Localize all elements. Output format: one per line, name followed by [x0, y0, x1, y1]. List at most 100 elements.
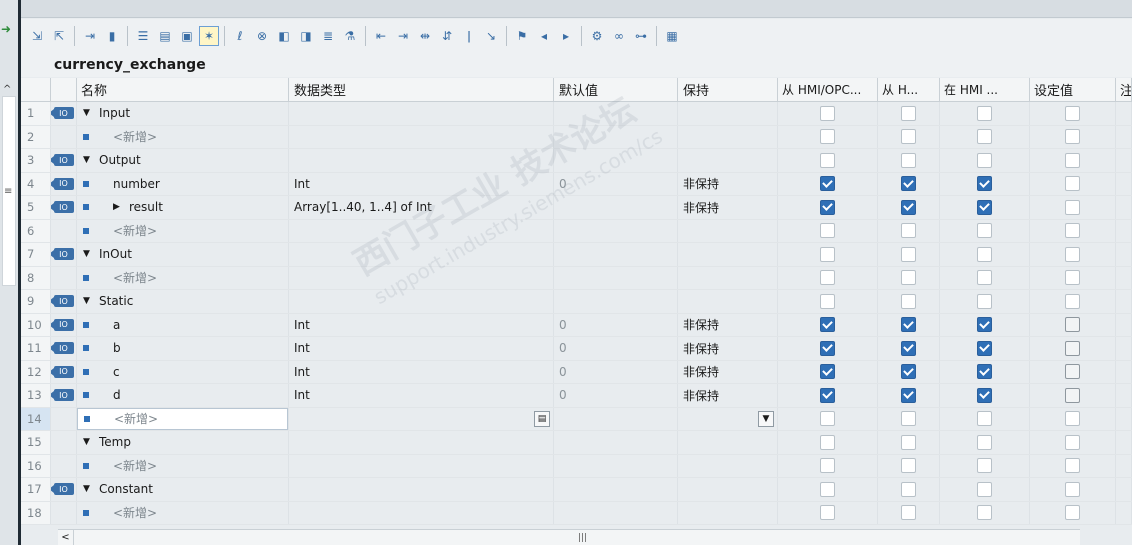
expand-caret-icon[interactable]: ▼	[83, 155, 93, 165]
comment-cell[interactable]	[1116, 384, 1132, 407]
name-cell[interactable]: number	[77, 172, 289, 195]
add-new-label[interactable]: <新增>	[113, 128, 157, 145]
name-cell[interactable]: ▼ InOut	[77, 243, 289, 266]
in-hmi-checkbox[interactable]	[977, 458, 992, 474]
header-setpoint[interactable]: 设定值	[1030, 78, 1116, 101]
default-cell[interactable]	[554, 454, 678, 477]
setpoint-checkbox[interactable]	[1065, 505, 1080, 521]
default-cell[interactable]	[554, 407, 678, 430]
name-cell[interactable]: ▼ Output	[77, 149, 289, 172]
retain-cell[interactable]	[678, 219, 778, 242]
type-cell[interactable]	[289, 243, 554, 266]
setpoint-checkbox[interactable]	[1065, 293, 1080, 309]
name-cell[interactable]: c	[77, 360, 289, 383]
header-in-hmi[interactable]: 在 HMI ...	[940, 78, 1030, 101]
hmi-opc-checkbox[interactable]	[820, 458, 835, 474]
outdent-icon[interactable]: ⇥	[393, 26, 413, 46]
retain-cell[interactable]: 非保持	[678, 172, 778, 195]
comment-cell[interactable]	[1116, 454, 1132, 477]
setpoint-checkbox[interactable]	[1065, 387, 1080, 403]
hmi-opc-checkbox[interactable]	[820, 317, 835, 333]
setpoint-checkbox[interactable]	[1065, 129, 1080, 145]
hmi-opc-checkbox[interactable]	[820, 199, 835, 215]
hmi-h-checkbox[interactable]	[901, 270, 916, 286]
hmi-opc-checkbox[interactable]	[820, 481, 835, 497]
hmi-h-checkbox[interactable]	[901, 293, 916, 309]
hmi-h-checkbox[interactable]	[901, 223, 916, 239]
type-cell[interactable]: Int	[289, 172, 554, 195]
monitor-off-icon[interactable]: ⊶	[631, 26, 651, 46]
hmi-opc-checkbox[interactable]	[820, 505, 835, 521]
variable-name[interactable]: number	[113, 177, 160, 191]
retain-cell[interactable]	[678, 478, 778, 501]
type-cell[interactable]	[289, 454, 554, 477]
variable-name[interactable]: a	[113, 318, 120, 332]
name-cell[interactable]: <新增>	[77, 219, 289, 242]
retain-cell[interactable]	[678, 243, 778, 266]
setpoint-checkbox[interactable]	[1065, 105, 1080, 121]
hmi-h-checkbox[interactable]	[901, 152, 916, 168]
variable-name[interactable]: Static	[99, 294, 133, 308]
comment-cell[interactable]	[1116, 243, 1132, 266]
type-cell[interactable]	[289, 290, 554, 313]
table-row[interactable]: 16 <新增>	[21, 454, 1132, 478]
retain-cell[interactable]: 非保持	[678, 360, 778, 383]
in-hmi-checkbox[interactable]	[977, 246, 992, 262]
table-row[interactable]: 6 <新增>	[21, 219, 1132, 243]
splitter-grip-icon[interactable]: ≡	[4, 186, 12, 197]
indent-icon[interactable]: ⇤	[371, 26, 391, 46]
comment-cell[interactable]	[1116, 125, 1132, 148]
hmi-h-checkbox[interactable]	[901, 199, 916, 215]
expand-caret-icon[interactable]: ▼	[83, 296, 93, 306]
name-cell[interactable]: b	[77, 337, 289, 360]
table-row[interactable]: 7 IO ▼ InOut	[21, 243, 1132, 267]
align-icon[interactable]: ⇹	[415, 26, 435, 46]
setpoint-checkbox[interactable]	[1065, 223, 1080, 239]
monitor-icon[interactable]: ▣	[177, 26, 197, 46]
hmi-h-checkbox[interactable]	[901, 387, 916, 403]
type-cell[interactable]: ▤	[289, 407, 554, 430]
marker-icon[interactable]: ǀ	[459, 26, 479, 46]
setpoint-checkbox[interactable]	[1065, 364, 1080, 380]
expand-all-icon[interactable]: ⇥	[80, 26, 100, 46]
setpoint-checkbox[interactable]	[1065, 152, 1080, 168]
retain-cell[interactable]	[678, 102, 778, 125]
table-row[interactable]: 9 IO ▼ Static	[21, 290, 1132, 314]
expand-caret-icon[interactable]: ▶	[113, 202, 123, 212]
comment-cell[interactable]	[1116, 172, 1132, 195]
expand-caret-icon[interactable]: ▼	[83, 108, 93, 118]
retain-cell[interactable]	[678, 454, 778, 477]
table-row[interactable]: 15 ▼ Temp	[21, 431, 1132, 455]
type-cell[interactable]: Array[1..40, 1..4] of Int	[289, 196, 554, 219]
in-hmi-checkbox[interactable]	[977, 340, 992, 356]
header-type[interactable]: 数据类型	[289, 78, 554, 101]
hmi-opc-checkbox[interactable]	[820, 246, 835, 262]
in-hmi-checkbox[interactable]	[977, 411, 992, 427]
variable-name[interactable]: Input	[99, 106, 130, 120]
jump-icon[interactable]: ↘	[481, 26, 501, 46]
type-cell[interactable]: Int	[289, 313, 554, 336]
type-cell[interactable]: Int	[289, 384, 554, 407]
bookmark-icon[interactable]: ⚑	[512, 26, 532, 46]
variable-name[interactable]: Output	[99, 153, 141, 167]
hmi-h-checkbox[interactable]	[901, 105, 916, 121]
type-cell[interactable]	[289, 219, 554, 242]
comment-cell[interactable]	[1116, 149, 1132, 172]
retain-cell[interactable]: ▼	[678, 407, 778, 430]
type-picker-icon[interactable]: ▤	[534, 410, 550, 427]
name-cell[interactable]: ▼ Temp	[77, 431, 289, 454]
hmi-opc-checkbox[interactable]	[820, 387, 835, 403]
insert-row-icon[interactable]: ⇲	[27, 26, 47, 46]
format-icon[interactable]: ≣	[318, 26, 338, 46]
in-hmi-checkbox[interactable]	[977, 223, 992, 239]
variable-name[interactable]: result	[129, 200, 163, 214]
expand-caret-icon[interactable]: ▼	[83, 484, 93, 494]
comment-cell[interactable]	[1116, 431, 1132, 454]
variable-name[interactable]: b	[113, 341, 121, 355]
prev-icon[interactable]: ◂	[534, 26, 554, 46]
hmi-h-checkbox[interactable]	[901, 176, 916, 192]
name-cell[interactable]: <新增>	[77, 454, 289, 477]
name-cell[interactable]: <新增>	[77, 501, 289, 524]
hmi-opc-checkbox[interactable]	[820, 105, 835, 121]
retain-cell[interactable]	[678, 266, 778, 289]
